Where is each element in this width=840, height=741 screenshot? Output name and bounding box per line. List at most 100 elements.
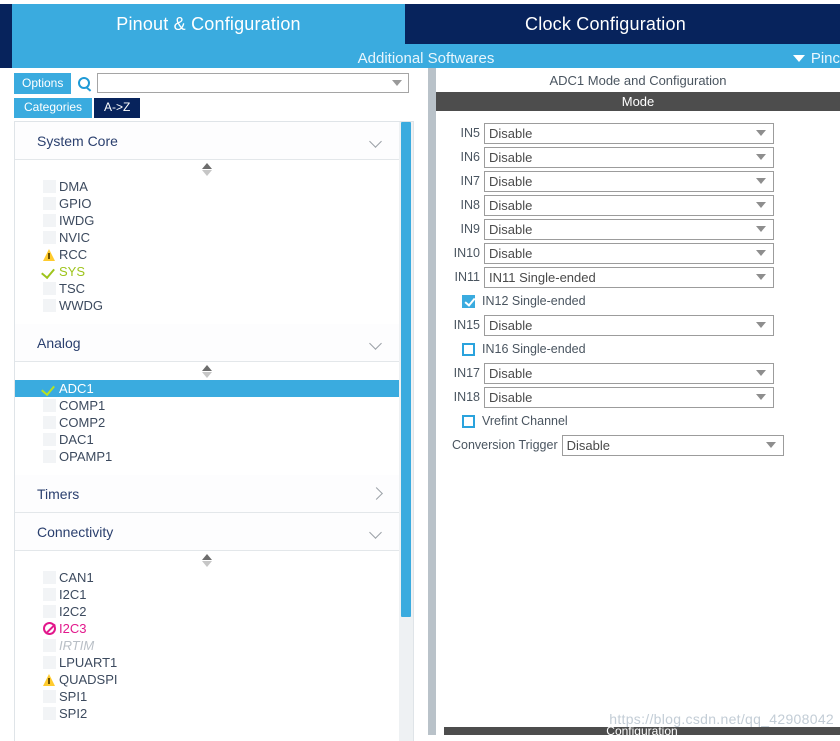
tree-item-i2c2[interactable]: I2C2 [15, 603, 399, 620]
group-header-timers[interactable]: Timers [15, 475, 399, 513]
tab-pinout-configuration[interactable]: Pinout & Configuration [12, 4, 405, 44]
group-header-connectivity[interactable]: Connectivity [15, 513, 399, 551]
group-header-analog[interactable]: Analog [15, 324, 399, 362]
field-label-in15: IN15 [453, 318, 480, 332]
chevron-down-icon [792, 54, 805, 62]
tree-item-irtim[interactable]: IRTIM [15, 637, 399, 654]
field-label-in7: IN7 [460, 174, 480, 188]
chevron-right-icon [371, 488, 383, 500]
select-in8[interactable]: Disable [484, 194, 774, 216]
configuration-section-header[interactable]: Configuration [444, 724, 840, 738]
tree-item-comp1[interactable]: COMP1 [15, 397, 399, 414]
status-placeholder-icon [39, 450, 59, 464]
select-in6[interactable]: Disable [484, 146, 774, 168]
select-in11[interactable]: IN11 Single-ended [484, 266, 774, 288]
group-body-connectivity: CAN1 I2C1 I2C2 I2C3 IRTIM LPUART1 QUADSP… [15, 551, 399, 732]
select-in9[interactable]: Disable [484, 218, 774, 240]
checkbox-vrefint-channel[interactable] [462, 414, 475, 428]
options-button[interactable]: Options [14, 72, 72, 94]
select-in5[interactable]: Disable [484, 122, 774, 144]
tree-item-nvic[interactable]: NVIC [15, 229, 399, 246]
select-in7[interactable]: Disable [484, 170, 774, 192]
tree-item-label: COMP2 [59, 415, 106, 430]
status-placeholder-icon [39, 433, 59, 447]
chevron-down-icon [756, 178, 766, 184]
warning-icon [39, 248, 59, 262]
tree-item-lpuart1[interactable]: LPUART1 [15, 654, 399, 671]
group-body-analog: ADC1 COMP1 COMP2 DAC1 OPAMP1 [15, 362, 399, 475]
tree-item-gpio[interactable]: GPIO [15, 195, 399, 212]
tree-scrollbar-thumb[interactable] [401, 122, 411, 617]
tree-item-label: WWDG [59, 298, 104, 313]
search-dropdown-icon[interactable] [392, 80, 403, 86]
select-in18[interactable]: Disable [484, 386, 774, 408]
chevron-down-icon [756, 370, 766, 376]
status-placeholder-icon [39, 639, 59, 653]
tree-item-adc1[interactable]: ADC1 [15, 380, 399, 397]
tree-item-label: ADC1 [59, 381, 94, 396]
status-placeholder-icon [39, 180, 59, 194]
select-conversion-trigger[interactable]: Disable [561, 434, 784, 456]
panel-title: ADC1 Mode and Configuration [436, 68, 840, 92]
tree-item-quadspi[interactable]: QUADSPI [15, 671, 399, 688]
status-placeholder-icon [39, 605, 59, 619]
check-icon [39, 382, 59, 396]
tree-item-tsc[interactable]: TSC [15, 280, 399, 297]
checkbox-in16-single-ended[interactable] [462, 342, 475, 356]
search-input[interactable] [98, 73, 393, 93]
tree-item-sys[interactable]: SYS [15, 263, 399, 280]
field-row-conversion-trigger: Conversion Trigger Disable [436, 433, 840, 457]
tab-a-to-z[interactable]: A->Z [94, 98, 141, 118]
tree-item-iwdg[interactable]: IWDG [15, 212, 399, 229]
sort-toggle-connectivity[interactable] [15, 551, 399, 569]
status-placeholder-icon [39, 299, 59, 313]
checkbox-in12-single-ended[interactable] [462, 294, 475, 308]
tree-scrollbar-track[interactable] [399, 122, 413, 741]
tree-item-label: DAC1 [59, 432, 94, 447]
tree-item-spi1[interactable]: SPI1 [15, 688, 399, 705]
tree-item-label: I2C1 [59, 587, 87, 602]
field-row-in10: IN10 Disable [436, 241, 840, 265]
tree-item-rcc[interactable]: RCC [15, 246, 399, 263]
select-in17[interactable]: Disable [484, 362, 774, 384]
status-placeholder-icon [39, 571, 59, 585]
tree-item-spi2[interactable]: SPI2 [15, 705, 399, 722]
tree-item-i2c3[interactable]: I2C3 [15, 620, 399, 637]
configuration-section-label: Configuration [606, 724, 678, 738]
tree-item-can1[interactable]: CAN1 [15, 569, 399, 586]
chevron-down-icon [371, 337, 383, 349]
chevron-down-icon [756, 130, 766, 136]
select-value: Disable [566, 437, 610, 453]
tree-item-label: OPAMP1 [59, 449, 113, 464]
checkbox-row-in12[interactable]: IN12 Single-ended [436, 289, 840, 313]
tree-item-opamp1[interactable]: OPAMP1 [15, 448, 399, 465]
tab-overflow-stub[interactable] [806, 4, 840, 44]
select-in10[interactable]: Disable [484, 242, 774, 264]
field-label-in5: IN5 [460, 126, 480, 140]
group-header-system-core[interactable]: System Core [15, 122, 399, 160]
tree-item-label: IWDG [59, 213, 95, 228]
checkbox-row-vrefint[interactable]: Vrefint Channel [436, 409, 840, 433]
search-icon[interactable] [71, 76, 97, 90]
chevron-down-icon [756, 226, 766, 232]
select-in15[interactable]: Disable [484, 314, 774, 336]
search-box[interactable] [97, 73, 410, 93]
select-value: Disable [489, 125, 533, 141]
tree-item-comp2[interactable]: COMP2 [15, 414, 399, 431]
tab-categories[interactable]: Categories [14, 98, 93, 118]
sort-toggle-analog[interactable] [15, 362, 399, 380]
tree-item-i2c1[interactable]: I2C1 [15, 586, 399, 603]
tree-item-dac1[interactable]: DAC1 [15, 431, 399, 448]
main-tab-bar: Pinout & Configuration Clock Configurati… [0, 4, 840, 72]
tab-clock-configuration[interactable]: Clock Configuration [409, 4, 802, 44]
group-label-timers: Timers [37, 485, 80, 502]
component-tree-scroll-area: System Core DMA GPIO IWDG NVIC RCC SYS T… [14, 121, 414, 741]
checkbox-label-vrefint: Vrefint Channel [482, 414, 568, 428]
tree-item-wwdg[interactable]: WWDG [15, 297, 399, 314]
checkbox-row-in16[interactable]: IN16 Single-ended [436, 337, 840, 361]
status-placeholder-icon [39, 416, 59, 430]
field-row-in11: IN11 IN11 Single-ended [436, 265, 840, 289]
sort-toggle-system-core[interactable] [15, 160, 399, 178]
tree-item-dma[interactable]: DMA [15, 178, 399, 195]
component-browser-panel: Options Categories A->Z System Core DMA … [0, 68, 422, 741]
